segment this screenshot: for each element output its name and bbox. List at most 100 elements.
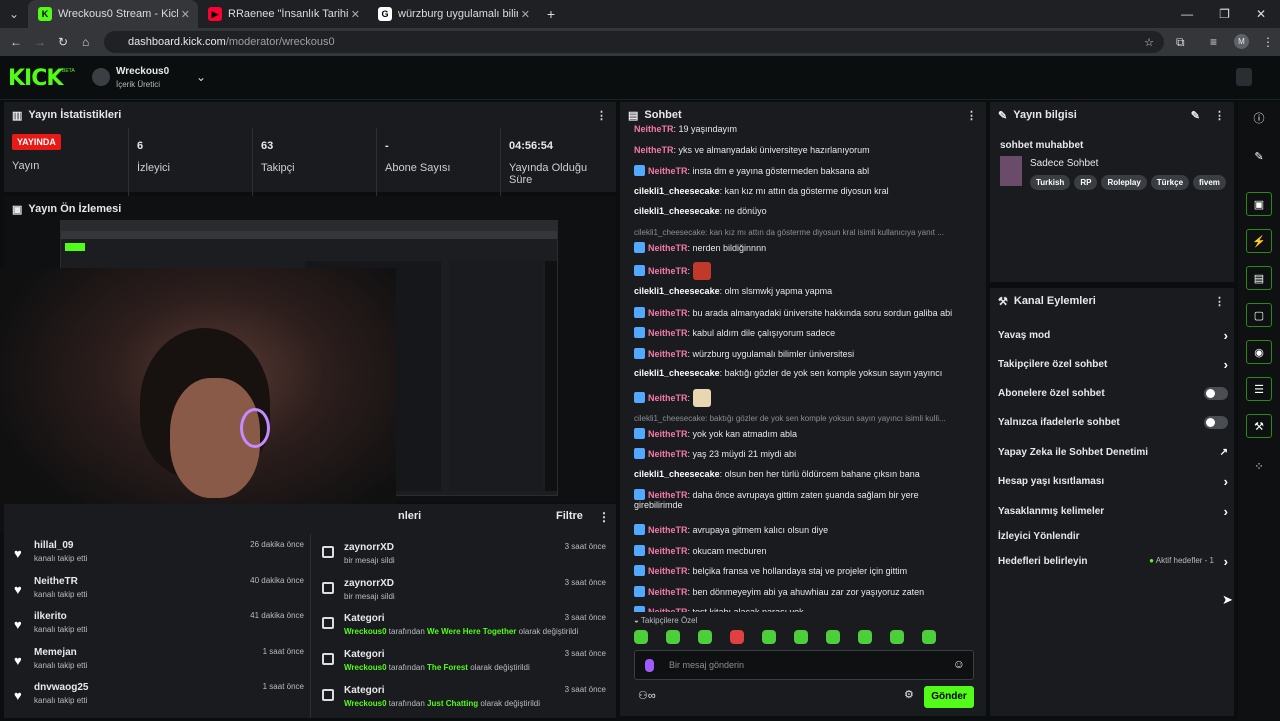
activity-name[interactable]: Kategori	[344, 649, 385, 660]
channel-name[interactable]: Wreckous0	[116, 66, 169, 77]
chat-username[interactable]: NeitheTR	[648, 243, 688, 253]
chat-username[interactable]: cilekli1_cheesecake	[634, 186, 720, 196]
browser-tab[interactable]: Gwürzburg uygulamalı bilimler ü✕	[368, 0, 538, 28]
activity-name[interactable]: zaynorrXD	[344, 542, 394, 553]
chat-username[interactable]: cilekli1_cheesecake	[634, 368, 720, 378]
activity-name[interactable]: zaynorrXD	[344, 578, 394, 589]
emote-picker-icon[interactable]	[890, 630, 904, 644]
channel-action-item[interactable]: Abonelere özel sohbet	[998, 387, 1228, 400]
emote-picker-icon[interactable]	[666, 630, 680, 644]
edit-rail-icon[interactable]: ✎	[1246, 144, 1272, 168]
stats-menu-icon[interactable]: ⋮	[596, 109, 607, 122]
emoji-icon[interactable]: ☺	[953, 657, 965, 671]
channel-action-item[interactable]: İzleyici Yönlendir	[998, 531, 1228, 542]
channel-action-item[interactable]: Hedefleri belirleyin › ● Aktif hedefler - …	[998, 554, 1228, 569]
tab-close-icon[interactable]: ✕	[181, 8, 190, 21]
chat-username[interactable]: NeitheTR	[648, 449, 688, 459]
chat-username[interactable]: NeitheTR	[648, 546, 688, 556]
tools-rail-icon[interactable]: ⚒	[1246, 414, 1272, 438]
chat-username[interactable]: cilekli1_cheesecake	[634, 469, 720, 479]
tab-search-icon[interactable]: ⌄	[0, 7, 28, 21]
bookmark-star-icon[interactable]: ☆	[1144, 36, 1154, 49]
channel-action-item[interactable]: Yalnızca ifadelerle sohbet	[998, 416, 1228, 429]
toggle-switch[interactable]	[1204, 387, 1228, 400]
info-rail-icon[interactable]: ⓘ	[1246, 106, 1272, 130]
stream-tag[interactable]: fivem	[1193, 175, 1226, 190]
document-icon[interactable]: ▤	[1246, 266, 1272, 290]
emote-picker-icon[interactable]	[858, 630, 872, 644]
new-tab-button[interactable]: +	[538, 6, 564, 22]
media-icon[interactable]: ≡	[1210, 35, 1217, 49]
external-link-icon[interactable]: ↗	[1220, 447, 1228, 458]
chat-username[interactable]: NeitheTR	[648, 490, 688, 500]
chat-username[interactable]: NeitheTR	[634, 145, 674, 155]
chat-username[interactable]: NeitheTR	[648, 308, 688, 318]
stream-tag[interactable]: Turkish	[1030, 175, 1071, 190]
follower-name[interactable]: NeitheTR	[34, 576, 78, 587]
chevron-right-icon[interactable]: ›	[1224, 328, 1228, 343]
apps-rail-icon[interactable]: ⁘	[1246, 454, 1272, 478]
channel-action-item[interactable]: Yasaklanmış kelimeler ›	[998, 504, 1228, 519]
user-menu-avatar[interactable]	[1236, 68, 1252, 86]
browser-tab[interactable]: ▶ RRaenee "İnsanlık Tarihinin En✕	[198, 0, 368, 28]
emote-picker-icon[interactable]	[730, 630, 744, 644]
send-button[interactable]: Gönder	[924, 686, 974, 708]
forward-icon[interactable]: →	[34, 35, 46, 49]
channel-actions-menu-icon[interactable]: ⋮	[1214, 295, 1225, 308]
channel-switch-chevron-icon[interactable]: ⌄	[196, 70, 206, 84]
url-input[interactable]: dashboard.kick.com/moderator/wreckous0 ☆	[104, 31, 1164, 53]
tab-close-icon[interactable]: ✕	[521, 8, 530, 21]
browser-tab[interactable]: K Wreckous0 Stream - Kick Dashb✕	[28, 0, 198, 28]
chat-username[interactable]: NeitheTR	[648, 393, 688, 403]
stream-tag[interactable]: RP	[1074, 175, 1098, 190]
activity-name[interactable]: Kategori	[344, 613, 385, 624]
chat-settings-icon[interactable]: ⚙	[904, 688, 914, 701]
maximize-icon[interactable]: ❐	[1219, 0, 1230, 28]
extensions-icon[interactable]: ⧉	[1176, 35, 1185, 50]
channel-action-item[interactable]: Takipçilere özel sohbet ›	[998, 357, 1228, 372]
close-window-icon[interactable]: ✕	[1256, 0, 1266, 28]
emote-picker-icon[interactable]	[634, 630, 648, 644]
chat-username[interactable]: NeitheTR	[648, 429, 688, 439]
follower-name[interactable]: Memejan	[34, 647, 77, 658]
chat-username[interactable]: cilekli1_cheesecake	[634, 286, 720, 296]
activity-menu-icon[interactable]: ⋮	[598, 510, 610, 524]
emote-picker-icon[interactable]	[794, 630, 808, 644]
channel-action-item[interactable]: Hesap yaşı kısıtlaması ›	[998, 474, 1228, 489]
follower-name[interactable]: hillal_09	[34, 540, 73, 551]
channel-avatar[interactable]	[92, 68, 110, 86]
emote-picker-icon[interactable]	[698, 630, 712, 644]
broadcast-icon[interactable]: ◉	[1246, 340, 1272, 364]
browser-menu-icon[interactable]: ⋮	[1262, 35, 1274, 49]
chevron-right-icon[interactable]: ›	[1224, 357, 1228, 372]
chat-username[interactable]: NeitheTR	[648, 566, 688, 576]
list-rail-icon[interactable]: ☰	[1246, 377, 1272, 401]
minimize-icon[interactable]: —	[1181, 0, 1193, 28]
kick-logo[interactable]: KICK	[8, 66, 63, 91]
activity-name[interactable]: Kategori	[344, 685, 385, 696]
chat-username[interactable]: NeitheTR	[648, 525, 688, 535]
back-icon[interactable]: ←	[10, 35, 22, 49]
chevron-right-icon[interactable]: ›	[1224, 474, 1228, 489]
stream-tag[interactable]: Türkçe	[1150, 175, 1190, 190]
channel-action-item[interactable]: Yavaş mod ›	[998, 328, 1228, 343]
chevron-right-icon[interactable]: ›	[1224, 554, 1228, 569]
chat-input[interactable]: Bir mesaj gönderin ☺	[634, 650, 974, 680]
chat-username[interactable]: NeitheTR	[648, 166, 688, 176]
filter-button[interactable]: Filtre	[556, 510, 583, 522]
emote-picker-icon[interactable]	[762, 630, 776, 644]
profile-avatar[interactable]: M	[1234, 34, 1249, 49]
chat-username[interactable]: NeitheTR	[648, 266, 688, 276]
chevron-right-icon[interactable]: ›	[1224, 504, 1228, 519]
screen-rail-icon[interactable]: ▣	[1246, 192, 1272, 216]
mic-icon[interactable]	[645, 659, 654, 672]
chat-username[interactable]: NeitheTR	[648, 349, 688, 359]
chat-menu-icon[interactable]: ⋮	[966, 109, 977, 122]
chat-rail-icon[interactable]: ▢	[1246, 303, 1272, 327]
emote-picker-icon[interactable]	[922, 630, 936, 644]
channel-action-item[interactable]: Yapay Zeka ile Sohbet Denetimi ↗	[998, 447, 1228, 458]
chat-username[interactable]: cilekli1_cheesecake	[634, 206, 720, 216]
info-menu-icon[interactable]: ⋮	[1214, 109, 1225, 122]
chat-username[interactable]: NeitheTR	[648, 587, 688, 597]
follower-name[interactable]: dnvwaog25	[34, 682, 88, 693]
